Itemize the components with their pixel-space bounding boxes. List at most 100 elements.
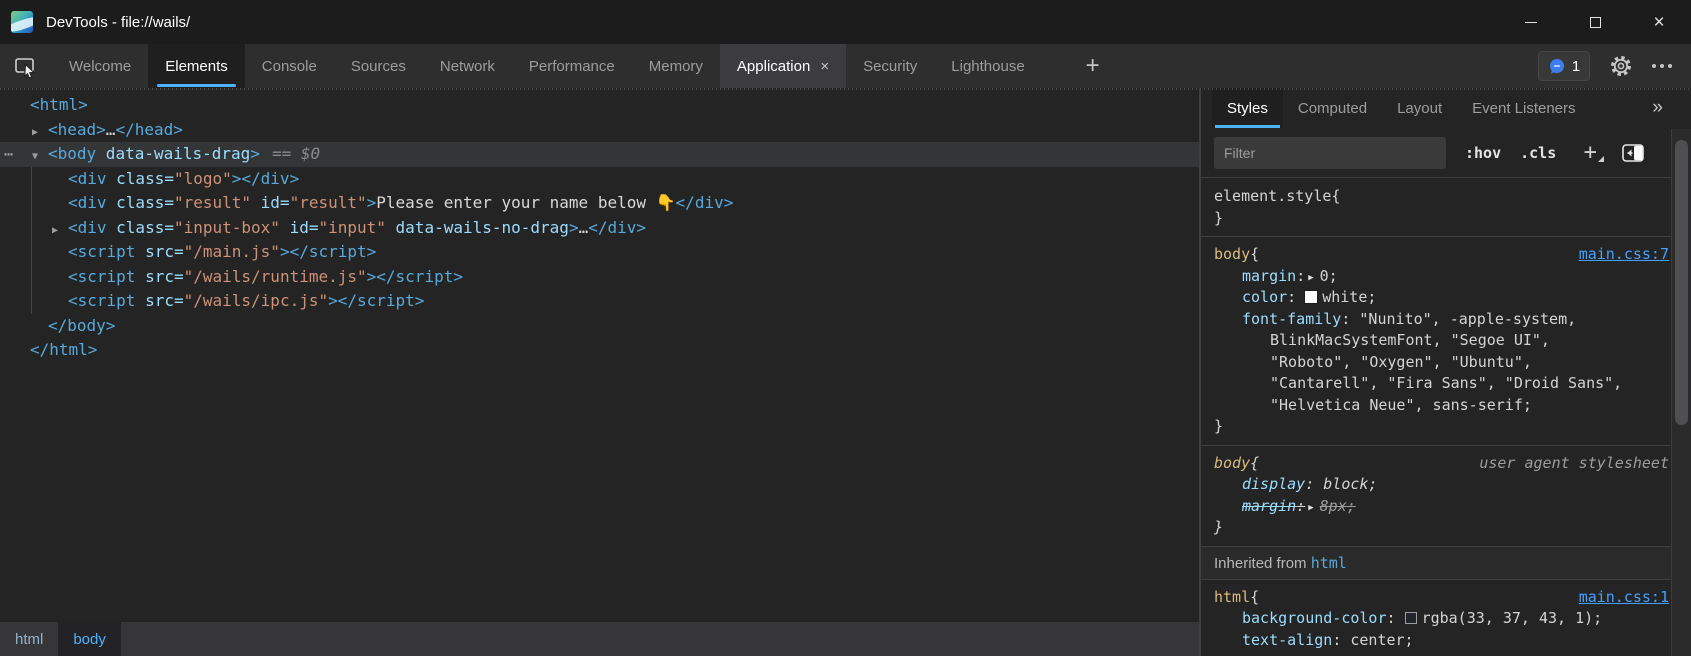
declaration-line[interactable]: font-family: "Nunito", -apple-system, bbox=[1214, 309, 1669, 331]
elements-panel: <html>▶<head>…</head>⋯▼<body data-wails-… bbox=[0, 88, 1199, 656]
styles-filter-input[interactable] bbox=[1214, 137, 1446, 169]
declaration-line[interactable]: "Helvetica Neue", sans-serif; bbox=[1214, 395, 1669, 417]
tree-row[interactable]: <script src="/wails/runtime.js"></script… bbox=[0, 265, 1199, 290]
style-rule: body {user agent stylesheetdisplay: bloc… bbox=[1201, 446, 1691, 547]
row-menu-icon[interactable]: ⋯ bbox=[4, 142, 14, 167]
tab-console[interactable]: Console bbox=[245, 44, 334, 88]
scrollbar-thumb[interactable] bbox=[1675, 140, 1688, 425]
computed-sidebar-toggle-button[interactable] bbox=[1622, 144, 1644, 162]
rule-selector-line[interactable]: body {user agent stylesheet bbox=[1214, 453, 1669, 475]
styles-filter-row: :hov .cls + bbox=[1201, 128, 1691, 178]
tab-application[interactable]: Application× bbox=[720, 44, 846, 88]
toolbar-tabs: WelcomeElementsConsoleSourcesNetworkPerf… bbox=[52, 44, 1042, 88]
close-icon: × bbox=[1653, 13, 1664, 32]
style-rule: html {main.css:1background-color: rgba(3… bbox=[1201, 580, 1691, 656]
tree-row[interactable]: <html> bbox=[0, 93, 1199, 118]
styles-scrollbar[interactable] bbox=[1671, 129, 1691, 656]
three-dots-icon bbox=[1652, 64, 1672, 68]
sidebar-toggle-icon bbox=[1622, 144, 1644, 162]
issues-count: 1 bbox=[1572, 58, 1580, 75]
stylesheet-source-link[interactable]: main.css:1 bbox=[1579, 587, 1669, 609]
tree-row[interactable]: ▶<head>…</head> bbox=[0, 118, 1199, 143]
declaration-line[interactable]: "Cantarell", "Fira Sans", "Droid Sans", bbox=[1214, 373, 1669, 395]
window-controls: × bbox=[1499, 0, 1691, 44]
issues-bubble-icon bbox=[1548, 58, 1566, 75]
breadcrumb-html[interactable]: html bbox=[0, 622, 58, 656]
minimize-icon bbox=[1525, 22, 1537, 23]
tab-lighthouse[interactable]: Lighthouse bbox=[934, 44, 1041, 88]
devtools-window: { "window": { "title": "DevTools - file:… bbox=[0, 0, 1691, 656]
window-title: DevTools - file://wails/ bbox=[46, 14, 190, 31]
add-panel-button[interactable]: + bbox=[1072, 44, 1114, 88]
tree-row[interactable]: <div class="result" id="result">Please e… bbox=[0, 191, 1199, 216]
expand-shorthand-icon[interactable]: ▶ bbox=[1308, 498, 1313, 520]
inspect-element-button[interactable] bbox=[0, 44, 52, 88]
tree-row[interactable]: </html> bbox=[0, 338, 1199, 363]
declaration-line[interactable]: margin:▶8px; bbox=[1214, 496, 1669, 518]
tree-row[interactable]: ⋯▼<body data-wails-drag>== $0 bbox=[0, 142, 1199, 167]
issues-counter-button[interactable]: 1 bbox=[1538, 51, 1590, 81]
color-swatch[interactable] bbox=[1305, 291, 1317, 303]
breadcrumb-body[interactable]: body bbox=[58, 622, 121, 656]
color-swatch[interactable] bbox=[1405, 612, 1417, 624]
new-style-rule-button[interactable]: + bbox=[1578, 140, 1602, 165]
tab-sources[interactable]: Sources bbox=[334, 44, 423, 88]
sidebar-tabs: StylesComputedLayoutEvent Listeners » bbox=[1201, 88, 1691, 128]
rule-selector-line[interactable]: body {main.css:7 bbox=[1214, 244, 1669, 266]
style-rule: element.style {} bbox=[1201, 179, 1691, 237]
tree-row[interactable]: <script src="/wails/ipc.js"></script> bbox=[0, 289, 1199, 314]
tree-row[interactable]: <script src="/main.js"></script> bbox=[0, 240, 1199, 265]
inspect-icon bbox=[13, 53, 39, 79]
toolbar-right: 1 bbox=[1538, 44, 1691, 88]
tab-welcome[interactable]: Welcome bbox=[52, 44, 148, 88]
declaration-line[interactable]: color: white; bbox=[1214, 287, 1669, 309]
more-sidebar-tabs-button[interactable]: » bbox=[1652, 88, 1663, 128]
tab-security[interactable]: Security bbox=[846, 44, 934, 88]
element-classes-button[interactable]: .cls bbox=[1520, 144, 1556, 162]
stylesheet-source-link[interactable]: main.css:7 bbox=[1579, 244, 1669, 266]
toolbar-divider bbox=[0, 88, 1691, 90]
sidebar-tab-event-listeners[interactable]: Event Listeners bbox=[1457, 88, 1590, 128]
declaration-line[interactable]: BlinkMacSystemFont, "Segoe UI", bbox=[1214, 330, 1669, 352]
sidebar-tab-computed[interactable]: Computed bbox=[1283, 88, 1382, 128]
plus-icon: + bbox=[1086, 52, 1100, 80]
tab-network[interactable]: Network bbox=[423, 44, 512, 88]
tree-row[interactable]: </body> bbox=[0, 314, 1199, 339]
main-area: <html>▶<head>…</head>⋯▼<body data-wails-… bbox=[0, 88, 1691, 656]
devtools-logo-icon bbox=[11, 11, 33, 33]
close-button[interactable]: × bbox=[1627, 0, 1691, 44]
gear-icon bbox=[1609, 54, 1633, 78]
sidebar-tab-styles[interactable]: Styles bbox=[1212, 88, 1283, 128]
more-options-button[interactable] bbox=[1652, 64, 1672, 68]
close-tab-icon[interactable]: × bbox=[820, 59, 829, 74]
tab-elements[interactable]: Elements bbox=[148, 44, 245, 88]
window-titlebar: DevTools - file://wails/ × bbox=[0, 0, 1691, 44]
child-indent-guide bbox=[31, 167, 32, 314]
declaration-line[interactable]: display: block; bbox=[1214, 474, 1669, 496]
tab-performance[interactable]: Performance bbox=[512, 44, 632, 88]
minimize-button[interactable] bbox=[1499, 0, 1563, 44]
rule-close-brace: } bbox=[1214, 517, 1669, 539]
tree-row[interactable]: ▶<div class="input-box" id="input" data-… bbox=[0, 216, 1199, 241]
dom-tree: <html>▶<head>…</head>⋯▼<body data-wails-… bbox=[0, 88, 1199, 622]
style-rule: body {main.css:7margin:▶0;color: white;f… bbox=[1201, 237, 1691, 446]
tab-memory[interactable]: Memory bbox=[632, 44, 720, 88]
rule-selector-line[interactable]: html {main.css:1 bbox=[1214, 587, 1669, 609]
declaration-line[interactable]: background-color: rgba(33, 37, 43, 1); bbox=[1214, 608, 1669, 630]
expand-shorthand-icon[interactable]: ▶ bbox=[1308, 268, 1313, 290]
user-agent-note: user agent stylesheet bbox=[1479, 453, 1669, 475]
declaration-line[interactable]: text-align: center; bbox=[1214, 630, 1669, 652]
rule-selector-line[interactable]: element.style { bbox=[1214, 186, 1669, 208]
styles-sidebar: StylesComputedLayoutEvent Listeners » :ho… bbox=[1199, 88, 1691, 656]
declaration-line[interactable]: margin:▶0; bbox=[1214, 266, 1669, 288]
rule-close-brace: } bbox=[1214, 416, 1669, 438]
settings-button[interactable] bbox=[1609, 54, 1633, 78]
maximize-button[interactable] bbox=[1563, 0, 1627, 44]
dom-breadcrumb-bar: htmlbody bbox=[0, 622, 1199, 656]
sidebar-tab-layout[interactable]: Layout bbox=[1382, 88, 1457, 128]
declaration-line[interactable]: "Roboto", "Oxygen", "Ubuntu", bbox=[1214, 352, 1669, 374]
rule-close-brace: } bbox=[1214, 208, 1669, 230]
tree-row[interactable]: <div class="logo"></div> bbox=[0, 167, 1199, 192]
inherited-node-link[interactable]: html bbox=[1311, 554, 1347, 572]
toggle-element-state-button[interactable]: :hov bbox=[1465, 144, 1501, 162]
